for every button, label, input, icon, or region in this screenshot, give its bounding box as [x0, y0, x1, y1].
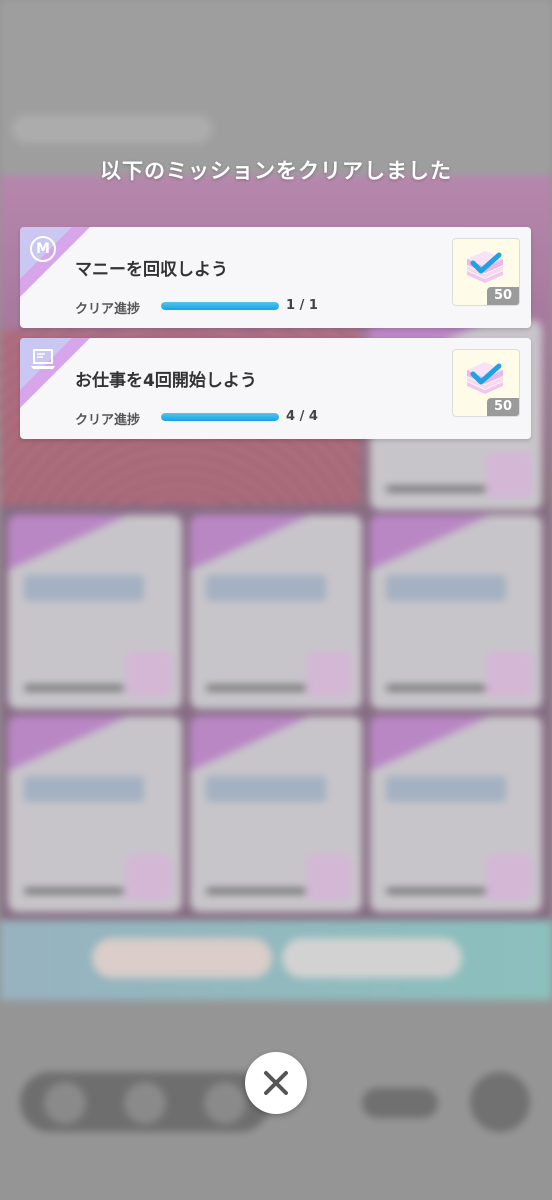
cleared-mission-card: お仕事を4回開始しよう クリア進捗 4 / 4 50 — [20, 338, 531, 439]
dialog-title: 以下のミッションをクリアしました — [100, 159, 452, 183]
progress-count: 4 / 4 — [286, 409, 318, 424]
laptop-icon — [30, 347, 56, 373]
reward-item: 50 — [452, 238, 520, 306]
cleared-mission-card: M マニーを回収しよう クリア進捗 1 / 1 50 — [20, 227, 531, 328]
ticket-stack-icon — [467, 251, 503, 283]
reward-quantity: 50 — [487, 287, 519, 305]
progress-bar — [161, 302, 279, 310]
reward-item: 50 — [452, 349, 520, 417]
mission-title: マニーを回収しよう — [75, 260, 228, 280]
mission-title: お仕事を4回開始しよう — [75, 371, 257, 391]
progress-bar-fill — [161, 413, 279, 421]
money-m-icon: M — [30, 236, 56, 262]
reward-quantity: 50 — [487, 398, 519, 416]
progress-bar-fill — [161, 302, 279, 310]
progress-label: クリア進捗 — [75, 413, 141, 428]
progress-count: 1 / 1 — [286, 298, 318, 313]
close-icon — [264, 1071, 288, 1095]
progress-label: クリア進捗 — [75, 302, 141, 317]
ticket-stack-icon — [467, 362, 503, 394]
close-button[interactable] — [245, 1052, 307, 1114]
progress-bar — [161, 413, 279, 421]
